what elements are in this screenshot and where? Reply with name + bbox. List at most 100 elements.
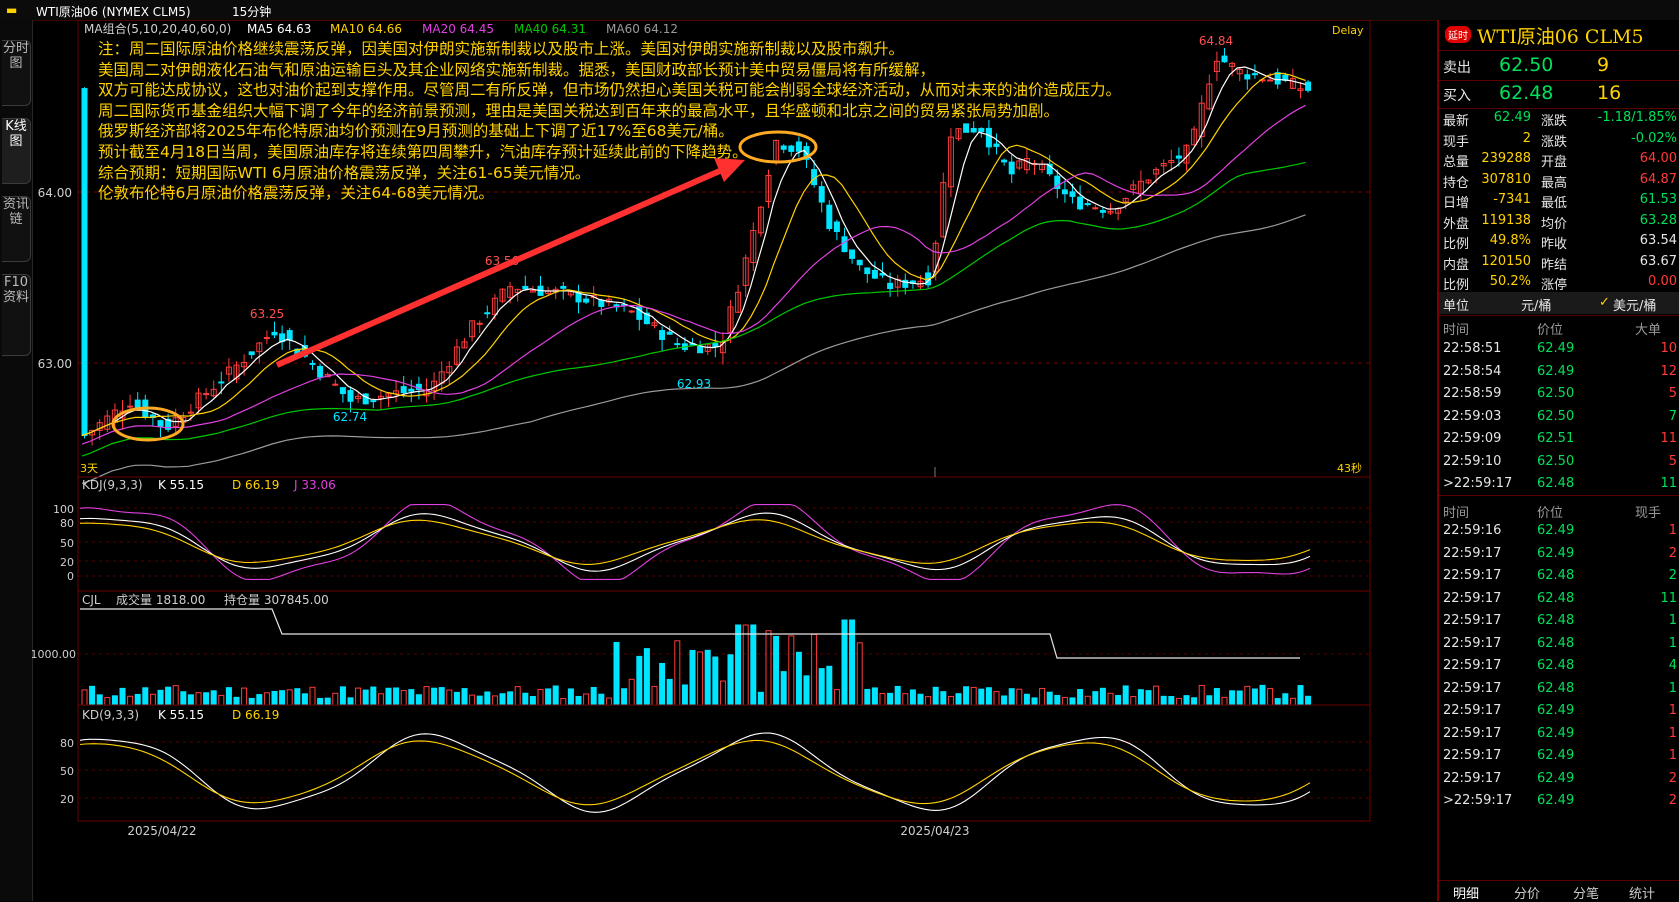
trade-row[interactable]: >22:59:17 62.49 2 <box>1439 790 1679 812</box>
corner-left: 3天 <box>80 462 98 475</box>
stat-label: 比例 <box>1443 278 1470 293</box>
trade-row[interactable]: 22:59:03 62.50 7 <box>1439 406 1679 428</box>
trade-row[interactable]: 22:59:17 62.49 1 <box>1439 723 1679 745</box>
volume-bar <box>940 691 947 706</box>
volume-bar <box>1069 697 1076 706</box>
volume-bar <box>522 692 529 706</box>
kd-d-legend: D 66.19 <box>232 708 279 722</box>
trade-row[interactable]: 22:59:09 62.51 11 <box>1439 428 1679 450</box>
instrument-title[interactable]: WTI原油06 (NYMEX CLM5) <box>36 3 191 20</box>
candle-body <box>248 351 255 356</box>
menu-icon[interactable]: ▬ <box>6 3 17 17</box>
volume-bar <box>856 642 863 706</box>
volume-bar <box>469 694 476 706</box>
volume-bar <box>567 688 574 706</box>
volume-bar <box>157 689 164 706</box>
trade-time: 22:59:17 <box>1443 635 1502 651</box>
volume-bar <box>1031 697 1038 706</box>
sell-volume: 9 <box>1597 54 1610 76</box>
buy-price: 62.48 <box>1499 82 1554 104</box>
volume-bar <box>1267 688 1274 706</box>
tab-stats[interactable]: 统计 <box>1629 883 1655 902</box>
tab-kline[interactable]: K线图 <box>2 118 31 184</box>
tab-news[interactable]: 资讯链 <box>2 196 31 262</box>
stat-label: 昨结 <box>1541 257 1568 273</box>
candle-body <box>134 399 141 408</box>
trade-time: 22:59:17 <box>1443 658 1502 673</box>
stat-value: -1.18/1.85% <box>1597 110 1677 125</box>
trade-row[interactable]: 22:59:17 62.49 1 <box>1439 700 1679 722</box>
candle-body <box>659 330 666 340</box>
stat-row: 日增 -7341 最低 61.53 <box>1439 190 1679 211</box>
tab-price-dist[interactable]: 分价 <box>1514 883 1540 902</box>
buy-row[interactable]: 买入 62.48 16 <box>1439 80 1679 106</box>
stat-row: 现手 2 涨跌 -0.02% <box>1439 129 1679 150</box>
trade-volume: 1 <box>1668 725 1677 741</box>
trade-row[interactable]: 22:58:51 62.49 10 <box>1439 338 1679 360</box>
tab-ticks[interactable]: 分笔 <box>1573 883 1599 902</box>
trade-price: 62.48 <box>1537 658 1575 673</box>
col-price: 价位 <box>1537 506 1564 521</box>
candle-body <box>157 420 164 427</box>
trade-time: 22:59:17 <box>1443 590 1502 606</box>
stat-label: 涨跌 <box>1541 134 1568 150</box>
volume-bar <box>423 686 430 706</box>
trade-row[interactable]: 22:59:17 62.49 2 <box>1439 543 1679 565</box>
trade-row[interactable]: >22:59:17 62.48 11 <box>1439 473 1679 495</box>
volume-bar <box>1259 684 1266 706</box>
volume-bar <box>955 693 962 706</box>
trade-time: 22:59:03 <box>1443 408 1502 424</box>
trade-row[interactable]: 22:59:17 62.48 11 <box>1439 588 1679 610</box>
candle-body <box>841 236 848 253</box>
left-tab-strip: 分时图 K线图 资讯链 F10资料 <box>0 20 33 901</box>
kdj-tick-50: 50 <box>60 537 74 550</box>
col-trade-size: 现手 <box>1635 506 1662 521</box>
tab-intraday[interactable]: 分时图 <box>2 40 31 106</box>
volume-bar <box>1016 688 1023 706</box>
tab-f10[interactable]: F10资料 <box>2 274 31 356</box>
trade-row[interactable]: 22:59:17 62.48 1 <box>1439 610 1679 632</box>
trade-row[interactable]: 22:59:17 62.48 1 <box>1439 678 1679 700</box>
trade-row[interactable]: 22:59:17 62.48 1 <box>1439 633 1679 655</box>
trade-time: 22:59:16 <box>1443 523 1502 538</box>
trade-row[interactable]: 22:59:10 62.50 5 <box>1439 451 1679 473</box>
sell-row[interactable]: 卖出 62.50 9 <box>1439 52 1679 78</box>
stat-row: 最新 62.49 涨跌 -1.18/1.85% <box>1439 108 1679 129</box>
trade-row[interactable]: 22:58:59 62.50 5 <box>1439 383 1679 405</box>
period-selector[interactable]: 15分钟 <box>232 3 271 20</box>
unit-option-usd[interactable]: 美元/桶 <box>1613 295 1656 314</box>
volume-bar <box>172 685 179 706</box>
volume-bar <box>514 686 521 706</box>
trade-volume: 1 <box>1668 748 1677 763</box>
volume-bar <box>583 693 590 706</box>
volume-bar <box>666 678 673 706</box>
annot-low-1: 62.74 <box>333 410 367 424</box>
candle-body <box>833 221 840 232</box>
note-line: 双方可能达成协议，这也对油价起到支撑作用。尽管周二有所反弹，但市场仍然担心美国关… <box>98 81 1122 100</box>
volume-bar <box>689 649 696 706</box>
volume-bar <box>1039 687 1046 706</box>
candle-body <box>286 330 293 341</box>
volume-bar <box>1008 688 1015 706</box>
trade-price: 62.49 <box>1537 748 1575 763</box>
kd-tick-50: 50 <box>60 765 74 778</box>
trade-row[interactable]: 22:59:17 62.48 2 <box>1439 565 1679 587</box>
trade-time: 22:59:10 <box>1443 453 1502 469</box>
unit-option-cny[interactable]: 元/桶 <box>1521 295 1551 314</box>
kd-d-line <box>79 739 1311 806</box>
stats-grid: 最新 62.49 涨跌 -1.18/1.85% 现手 2 涨跌 -0.02% 总量 239288 开… <box>1439 108 1679 314</box>
volume-bar <box>1107 692 1114 706</box>
kd-panel-border <box>77 704 1371 822</box>
date-label-1: 2025/04/22 <box>127 824 196 838</box>
kdj-tick-20: 20 <box>60 556 74 569</box>
delay-badge: 延时 <box>1445 26 1471 43</box>
trade-row[interactable]: 22:59:16 62.49 1 <box>1439 520 1679 542</box>
trade-row[interactable]: 22:59:17 62.48 4 <box>1439 655 1679 677</box>
tab-detail[interactable]: 明细 <box>1453 883 1479 902</box>
ma10-legend: MA10 64.66 <box>330 22 402 36</box>
trade-row[interactable]: 22:58:54 62.49 12 <box>1439 361 1679 383</box>
volume-bar <box>925 696 932 706</box>
trade-row[interactable]: 22:59:17 62.49 1 <box>1439 745 1679 767</box>
trade-row[interactable]: 22:59:17 62.49 2 <box>1439 768 1679 790</box>
date-label-2: 2025/04/23 <box>900 824 969 838</box>
